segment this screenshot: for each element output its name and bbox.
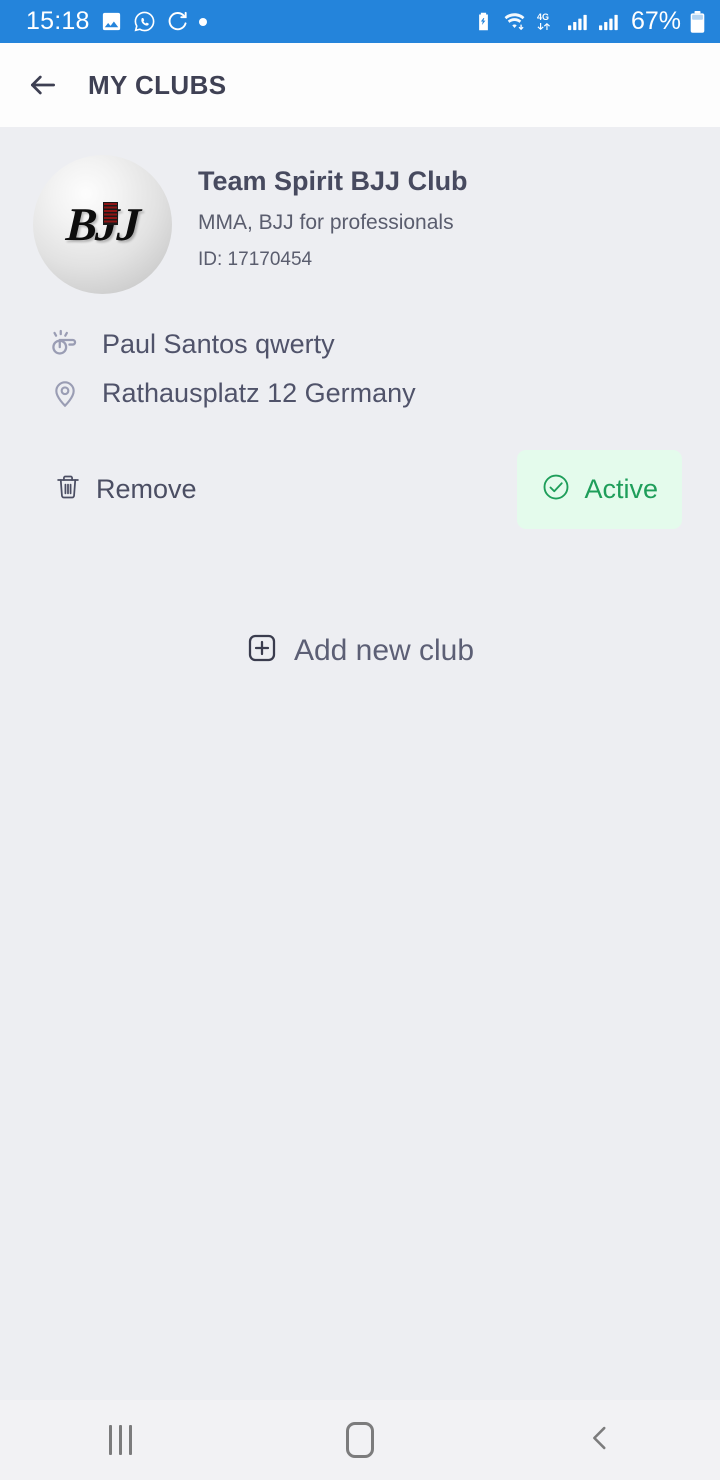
back-chevron-icon xyxy=(583,1421,617,1460)
club-avatar: BJJ xyxy=(33,155,172,294)
club-card[interactable]: BJJ Team Spirit BJJ Club MMA, BJJ for pr… xyxy=(0,127,720,294)
battery-saver-icon xyxy=(473,11,494,32)
battery-icon xyxy=(689,10,706,34)
gallery-icon xyxy=(100,10,123,33)
status-badge[interactable]: Active xyxy=(517,450,682,529)
address-row: Rathausplatz 12 Germany xyxy=(48,374,720,412)
sync-icon xyxy=(166,10,189,33)
status-bar-clock: 15:18 xyxy=(26,7,90,35)
mobile-data-icon: 4G xyxy=(535,11,559,33)
plus-square-icon xyxy=(246,632,278,669)
club-name: Team Spirit BJJ Club xyxy=(198,166,468,196)
whistle-icon xyxy=(48,327,82,361)
svg-text:4G: 4G xyxy=(537,12,549,22)
club-meta-list: Paul Santos qwerty Rathausplatz 12 Germa… xyxy=(0,325,720,412)
status-label: Active xyxy=(584,474,658,504)
coach-row: Paul Santos qwerty xyxy=(48,325,720,363)
battery-percent-label: 67% xyxy=(630,7,681,35)
add-new-club-button[interactable]: Add new club xyxy=(0,632,720,669)
location-pin-icon xyxy=(48,377,82,409)
remove-button[interactable]: Remove xyxy=(54,473,197,506)
wifi-icon xyxy=(502,11,527,32)
app-header: MY CLUBS xyxy=(0,43,720,127)
main-content: BJJ Team Spirit BJJ Club MMA, BJJ for pr… xyxy=(0,127,720,1400)
signal-icon-1 xyxy=(567,11,590,32)
back-arrow-icon[interactable] xyxy=(26,68,60,102)
trash-icon xyxy=(54,473,82,506)
nav-back-button[interactable] xyxy=(480,1421,720,1460)
club-actions: Remove Active xyxy=(0,450,720,529)
add-new-club-label: Add new club xyxy=(293,633,475,667)
club-id: ID: 17170454 xyxy=(198,248,313,270)
system-navigation-bar xyxy=(0,1400,720,1480)
whatsapp-icon xyxy=(133,10,156,33)
status-bar-left: 15:18 xyxy=(26,7,207,36)
club-description: MMA, BJJ for professionals xyxy=(198,211,454,235)
home-icon xyxy=(346,1422,374,1458)
check-circle-icon xyxy=(541,472,571,507)
status-bar: 15:18 4G 67% xyxy=(0,0,720,43)
status-bar-right: 4G 67% xyxy=(473,7,706,36)
coach-name: Paul Santos qwerty xyxy=(102,328,335,359)
page-title: MY CLUBS xyxy=(88,69,227,100)
nav-recents-button[interactable] xyxy=(0,1425,240,1455)
club-address: Rathausplatz 12 Germany xyxy=(102,377,416,408)
signal-icon-2 xyxy=(598,11,621,32)
nav-home-button[interactable] xyxy=(240,1422,480,1458)
remove-label: Remove xyxy=(96,474,197,504)
belt-stripe-icon xyxy=(103,202,118,225)
dot-icon xyxy=(198,17,207,26)
recents-icon xyxy=(108,1425,132,1455)
club-info: Team Spirit BJJ Club MMA, BJJ for profes… xyxy=(198,155,468,294)
